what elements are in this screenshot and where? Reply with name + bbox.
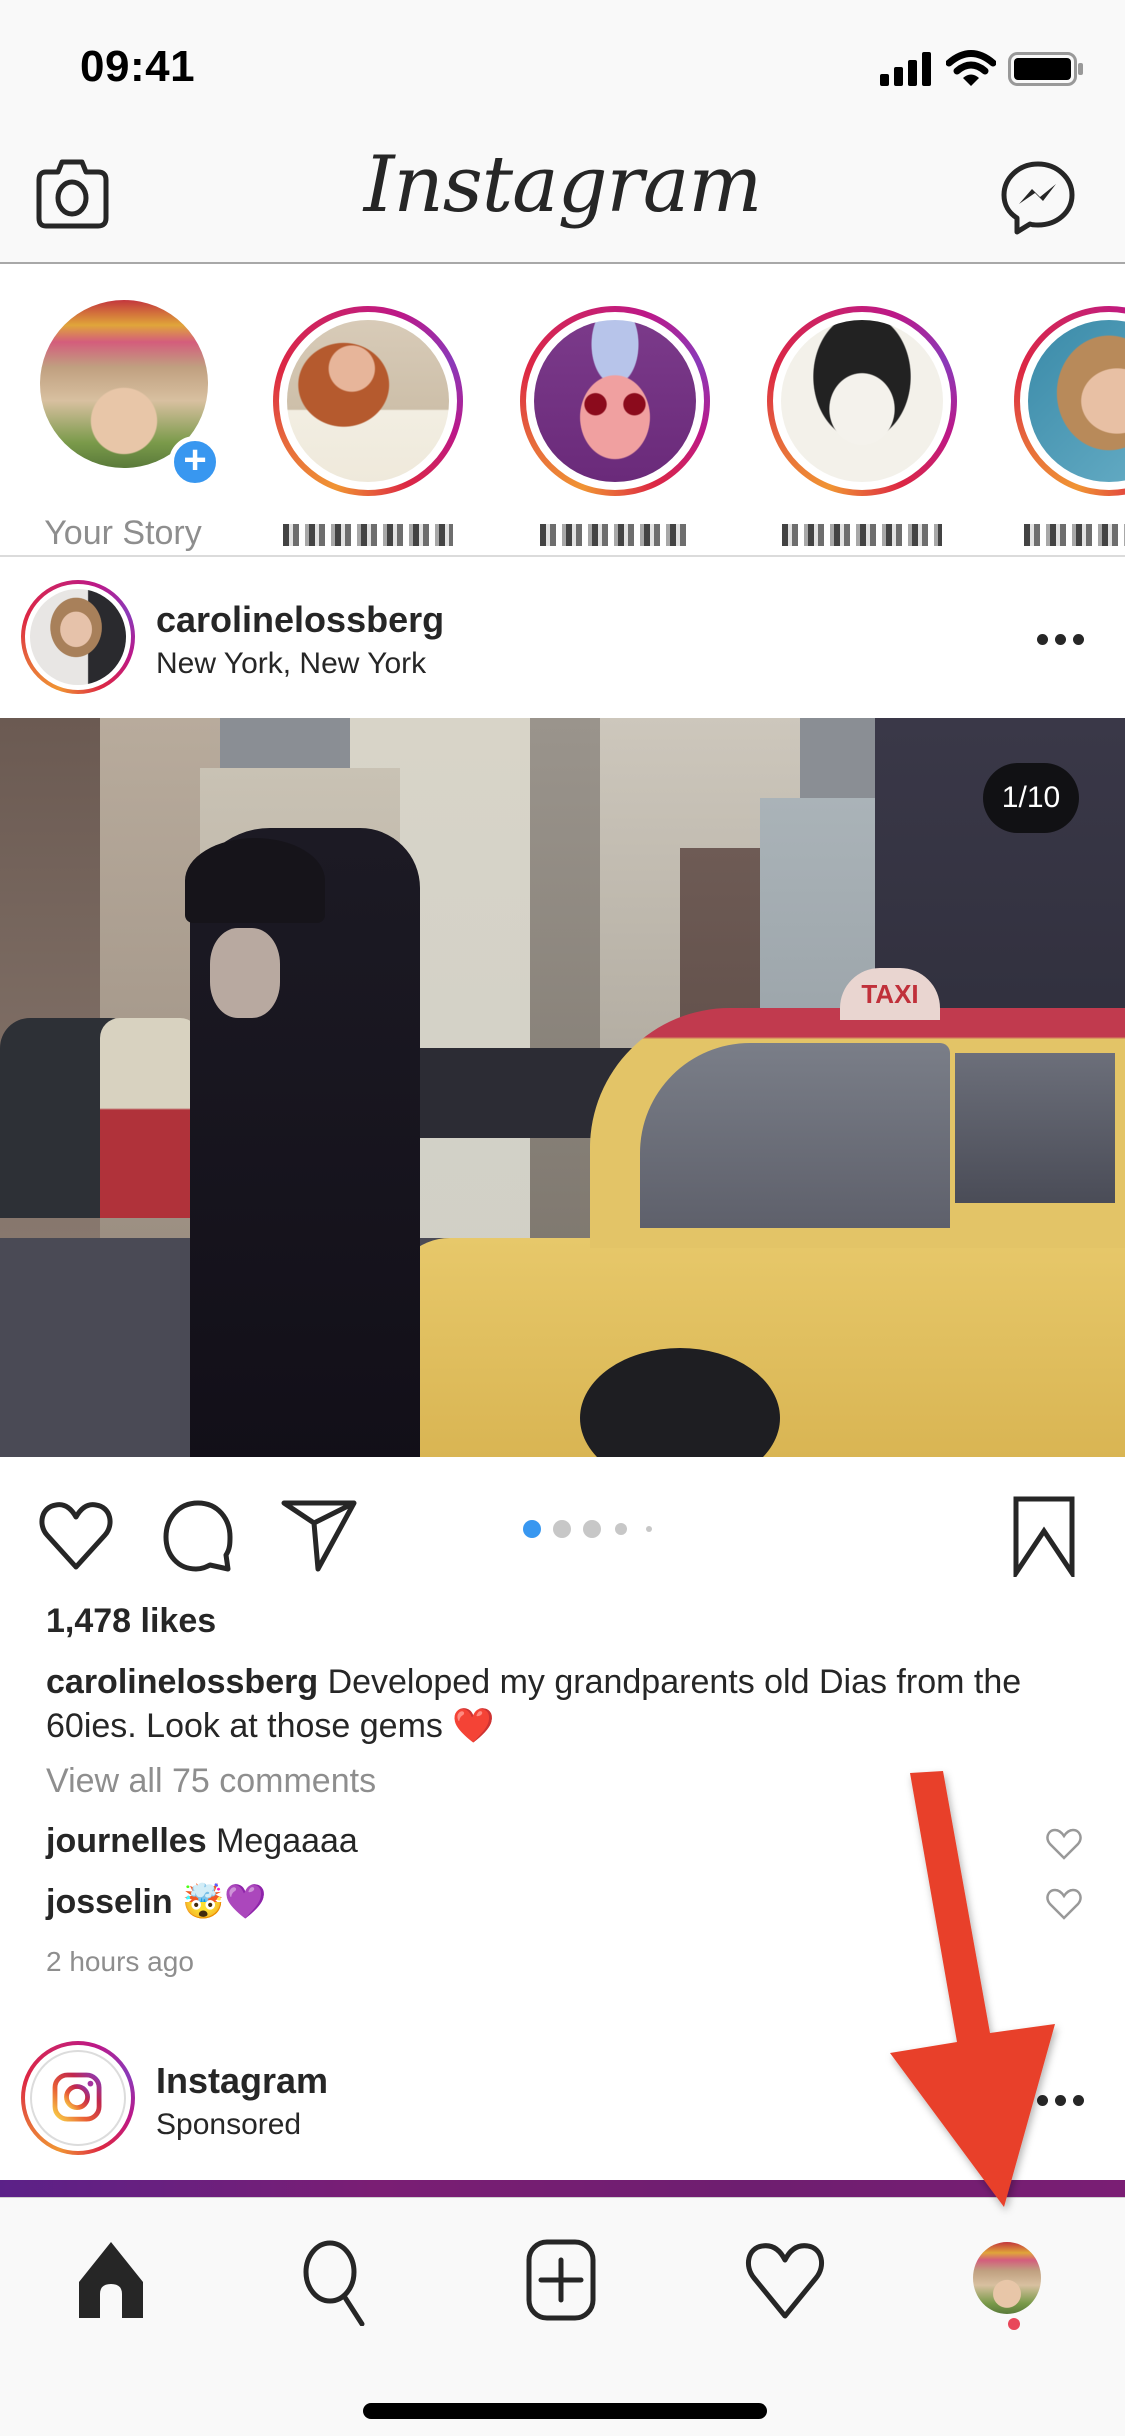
story-avatar — [287, 320, 449, 482]
caption-username[interactable]: carolinelossberg — [46, 1663, 318, 1701]
comment-like-icon[interactable] — [1046, 1828, 1082, 1860]
share-button[interactable] — [280, 1499, 358, 1573]
ad-media-preview[interactable] — [0, 2180, 1125, 2197]
carousel-dot — [615, 1523, 627, 1535]
story-your-story[interactable]: + Your Story — [23, 286, 223, 552]
photo-man-face — [210, 928, 280, 1018]
comment-row: journelles Megaaaa — [46, 1822, 358, 1861]
ad-more-options-button[interactable] — [1035, 2090, 1095, 2110]
status-time: 09:41 — [80, 42, 196, 91]
photo-taxi-windshield — [640, 1043, 950, 1228]
ad-sponsored-label: Sponsored — [156, 2108, 302, 2141]
view-all-comments-link[interactable]: View all 75 comments — [46, 1762, 376, 1801]
story-name-redacted — [762, 514, 962, 555]
post-timestamp: 2 hours ago — [46, 1946, 194, 1977]
post-location[interactable]: New York, New York — [156, 647, 426, 681]
photo-taxi-sign: TAXI — [840, 968, 940, 1020]
profile-avatar-image — [973, 2242, 1041, 2314]
battery-icon — [1008, 52, 1083, 86]
story-avatar — [534, 320, 696, 482]
bottom-tab-bar — [0, 2197, 1125, 2436]
ad-avatar[interactable] — [30, 2050, 126, 2146]
tab-home-icon[interactable] — [66, 2236, 156, 2326]
home-indicator[interactable] — [363, 2403, 767, 2419]
post-username[interactable]: carolinelossberg — [156, 599, 444, 641]
signal-icon — [880, 52, 931, 86]
messenger-button[interactable] — [1000, 160, 1076, 236]
story-item[interactable] — [268, 286, 468, 546]
post-photo[interactable]: TAXI 1/10 — [0, 718, 1125, 1457]
story-item[interactable] — [515, 286, 715, 546]
tab-new-post-icon[interactable] — [516, 2236, 606, 2326]
like-count[interactable]: 1,478 likes — [46, 1602, 216, 1641]
sponsored-post-header: Instagram Sponsored — [0, 2020, 1125, 2180]
comment-username[interactable]: josselin — [46, 1883, 173, 1921]
tab-search-icon[interactable] — [290, 2236, 380, 2326]
story-avatar — [781, 320, 943, 482]
profile-notification-dot — [1008, 2318, 1020, 2330]
tab-profile-avatar[interactable] — [973, 2242, 1041, 2314]
tab-activity-icon[interactable] — [740, 2236, 830, 2326]
like-button[interactable] — [38, 1501, 114, 1571]
top-bar: 09:41 Instagram — [0, 0, 1125, 264]
comment-text: Megaaaa — [216, 1822, 358, 1860]
comment-text: 🤯💜 — [182, 1883, 267, 1921]
photo-man-hat — [185, 838, 325, 923]
story-name-redacted — [268, 514, 468, 555]
save-bookmark-button[interactable] — [1012, 1495, 1076, 1577]
photo-bus — [100, 1018, 200, 1218]
stories-tray: + Your Story — [0, 266, 1125, 557]
comment-username[interactable]: journelles — [46, 1822, 207, 1860]
add-story-plus-icon[interactable]: + — [169, 436, 221, 488]
photo-taxi-window — [955, 1053, 1115, 1203]
post-avatar[interactable] — [30, 589, 126, 685]
carousel-dot — [553, 1520, 571, 1538]
comment-row: josselin 🤯💜 — [46, 1882, 267, 1922]
comment-like-icon[interactable] — [1046, 1888, 1082, 1920]
post-caption: carolinelossberg Developed my grandparen… — [46, 1660, 1086, 1748]
story-name-redacted — [1009, 514, 1125, 555]
story-item[interactable] — [1009, 286, 1125, 546]
post-more-options-button[interactable] — [1035, 629, 1095, 649]
story-name: Your Story — [44, 514, 202, 552]
wifi-icon — [946, 50, 996, 86]
comment-button[interactable] — [160, 1499, 236, 1573]
story-name-redacted — [515, 514, 715, 555]
story-item[interactable] — [762, 286, 962, 546]
post-header: carolinelossberg New York, New York — [0, 559, 1125, 717]
carousel-dot-active — [523, 1520, 541, 1538]
instagram-logo: Instagram — [363, 140, 763, 230]
carousel-dot — [646, 1526, 652, 1532]
instagram-logo-icon — [52, 2072, 102, 2122]
carousel-dot — [583, 1520, 601, 1538]
carousel-counter: 1/10 — [983, 763, 1079, 833]
ad-username[interactable]: Instagram — [156, 2060, 328, 2102]
